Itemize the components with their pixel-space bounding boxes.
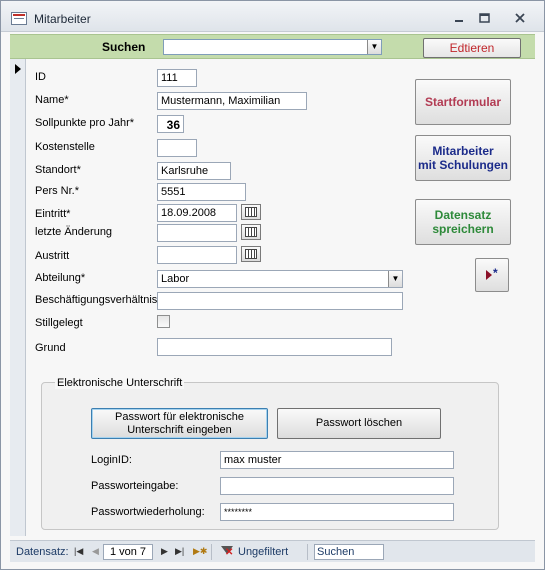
calendar-icon bbox=[245, 207, 257, 217]
maximize-icon[interactable] bbox=[475, 10, 495, 26]
name-label: Name* bbox=[35, 94, 69, 106]
next-record-icon[interactable]: ▶ bbox=[161, 546, 168, 557]
eintritt-calendar-button[interactable] bbox=[241, 204, 261, 220]
password-repeat-label: Passwortwiederholung: bbox=[91, 506, 205, 518]
minimize-icon[interactable] bbox=[449, 10, 469, 26]
persnr-field[interactable]: 5551 bbox=[157, 183, 246, 201]
sollpunkte-field[interactable]: 36 bbox=[157, 115, 184, 133]
enter-password-label-line2: Unterschrift eingeben bbox=[127, 423, 232, 436]
persnr-label: Pers Nr.* bbox=[35, 185, 80, 197]
name-field[interactable]: Mustermann, Maximilian bbox=[157, 92, 307, 110]
id-label: ID bbox=[35, 71, 46, 83]
nav-search-field[interactable]: Suchen bbox=[314, 544, 384, 560]
chevron-down-icon[interactable]: ▼ bbox=[367, 40, 381, 54]
save-label-line1: Datensatz bbox=[434, 208, 492, 222]
save-label-line2: spreichern bbox=[432, 222, 494, 236]
abteilung-value: Labor bbox=[161, 273, 190, 285]
abteilung-combobox[interactable]: Labor ▼ bbox=[157, 270, 403, 288]
search-label: Suchen bbox=[102, 40, 146, 54]
grund-field[interactable] bbox=[157, 338, 392, 356]
beschaeftigung-label: Beschäftigungsverhältnis bbox=[35, 294, 158, 306]
standort-field[interactable]: Karlsruhe bbox=[157, 162, 231, 180]
abteilung-label: Abteilung* bbox=[35, 272, 86, 284]
sollpunkte-label: Sollpunkte pro Jahr* bbox=[35, 117, 135, 129]
delete-password-button[interactable]: Passwort löschen bbox=[277, 408, 441, 439]
startformular-button[interactable]: Startformular bbox=[415, 79, 511, 125]
stillgelegt-label: Stillgelegt bbox=[35, 317, 83, 329]
eintritt-label: Eintritt* bbox=[35, 208, 71, 220]
close-icon[interactable] bbox=[510, 10, 530, 26]
first-record-icon[interactable]: |◀ bbox=[74, 546, 83, 557]
loginid-field[interactable]: max muster bbox=[220, 451, 454, 469]
austritt-calendar-button[interactable] bbox=[241, 246, 261, 262]
delete-password-label: Passwort löschen bbox=[315, 417, 403, 429]
window-title: Mitarbeiter bbox=[34, 12, 91, 26]
calendar-icon bbox=[245, 227, 257, 237]
password-field[interactable] bbox=[220, 477, 454, 495]
stillgelegt-checkbox[interactable] bbox=[157, 315, 170, 328]
password-label: Passworteingabe: bbox=[91, 480, 179, 492]
password-repeat-field[interactable]: ******** bbox=[220, 503, 454, 521]
schulungen-label-line1: Mitarbeiter bbox=[432, 144, 494, 158]
title-bar: Mitarbeiter bbox=[1, 1, 544, 32]
record-position-field[interactable]: 1 von 7 bbox=[103, 544, 153, 560]
edit-button[interactable]: Edtieren bbox=[423, 38, 521, 58]
chevron-down-icon[interactable]: ▼ bbox=[388, 271, 402, 287]
new-record-icon bbox=[486, 270, 492, 280]
new-record-nav-icon[interactable]: ▶✱ bbox=[193, 546, 207, 557]
austritt-label: Austritt bbox=[35, 250, 70, 262]
filter-icon[interactable] bbox=[220, 545, 234, 559]
record-navigation-bar: Datensatz: |◀ ◀ 1 von 7 ▶ ▶| ▶✱ Ungefilt… bbox=[10, 540, 535, 562]
calendar-icon bbox=[245, 249, 257, 259]
loginid-label: LoginID: bbox=[91, 454, 132, 466]
last-record-icon[interactable]: ▶| bbox=[175, 546, 184, 557]
startformular-label: Startformular bbox=[424, 95, 501, 109]
enter-password-button[interactable]: Passwort für elektronische Unterschrift … bbox=[91, 408, 268, 439]
record-nav-label: Datensatz: bbox=[16, 546, 69, 558]
asterisk-icon: * bbox=[493, 266, 498, 280]
current-record-icon bbox=[15, 64, 21, 74]
form-window: Mitarbeiter Suchen ▼ Edtieren ID 111 Nam… bbox=[0, 0, 545, 570]
eintritt-field[interactable]: 18.09.2008 bbox=[157, 204, 237, 222]
record-selector[interactable] bbox=[10, 59, 26, 536]
letzte-aenderung-calendar-button[interactable] bbox=[241, 224, 261, 240]
standort-label: Standort* bbox=[35, 164, 81, 176]
nav-divider bbox=[307, 544, 308, 560]
austritt-field[interactable] bbox=[157, 246, 237, 264]
nav-divider bbox=[211, 544, 212, 560]
signature-group-legend: Elektronische Unterschrift bbox=[55, 377, 185, 389]
enter-password-label-line1: Passwort für elektronische bbox=[115, 410, 244, 423]
form-detail: ID 111 Name* Mustermann, Maximilian Soll… bbox=[27, 59, 535, 536]
filter-status[interactable]: Ungefiltert bbox=[238, 546, 288, 558]
letzte-aenderung-field[interactable] bbox=[157, 224, 237, 242]
letzte-aenderung-label: letzte Änderung bbox=[35, 226, 113, 238]
form-icon bbox=[11, 12, 27, 25]
schulungen-label-line2: mit Schulungen bbox=[418, 158, 508, 172]
save-record-button[interactable]: Datensatz spreichern bbox=[415, 199, 511, 245]
grund-label: Grund bbox=[35, 342, 66, 354]
beschaeftigung-field[interactable] bbox=[157, 292, 403, 310]
id-field[interactable]: 111 bbox=[157, 69, 197, 87]
new-record-button[interactable]: * bbox=[475, 258, 509, 292]
kostenstelle-field[interactable] bbox=[157, 139, 197, 157]
form-header: Suchen ▼ Edtieren bbox=[10, 34, 535, 59]
kostenstelle-label: Kostenstelle bbox=[35, 141, 95, 153]
mitarbeiter-schulungen-button[interactable]: Mitarbeiter mit Schulungen bbox=[415, 135, 511, 181]
previous-record-icon[interactable]: ◀ bbox=[92, 546, 99, 557]
search-combobox[interactable]: ▼ bbox=[163, 39, 382, 55]
